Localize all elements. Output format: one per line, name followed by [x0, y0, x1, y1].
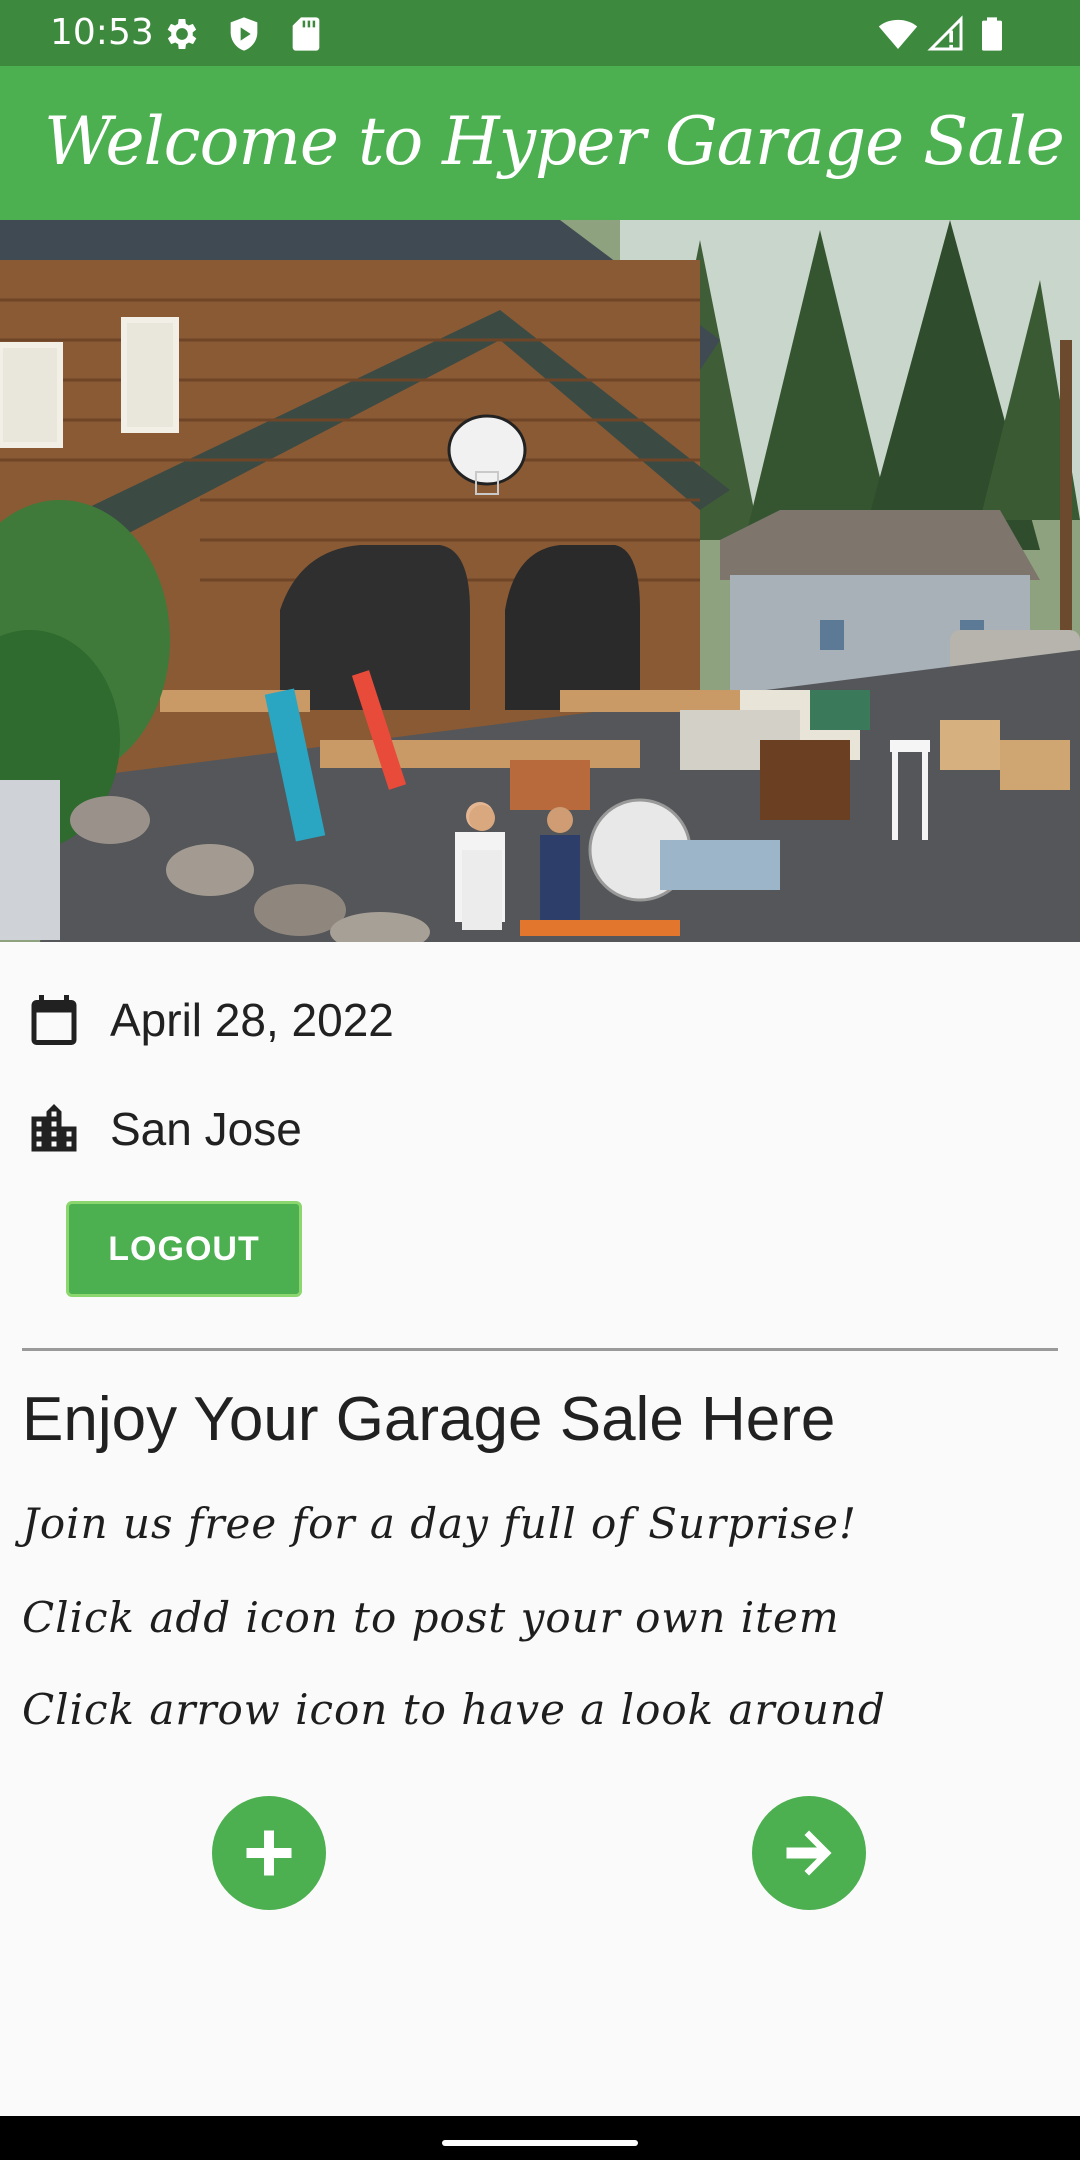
calendar-icon: [24, 990, 84, 1050]
add-item-button[interactable]: [212, 1796, 326, 1910]
sd-card-icon: [286, 14, 326, 54]
gear-icon: [162, 14, 202, 54]
browse-items-button[interactable]: [752, 1796, 866, 1910]
event-city: San Jose: [110, 1103, 302, 1155]
event-city-row: San Jose: [24, 1094, 924, 1164]
garage-sale-photo: [0, 220, 1080, 942]
shield-icon: [224, 14, 264, 54]
wifi-icon: [878, 14, 918, 54]
event-date-row: April 28, 2022: [24, 985, 924, 1055]
app-bar: Welcome to Hyper Garage Sale: [0, 66, 1080, 220]
logout-button[interactable]: LOGOUT: [66, 1201, 302, 1297]
intro-line-3: Click arrow icon to have a look around: [22, 1685, 886, 1734]
intro-line-2: Click add icon to post your own item: [22, 1593, 840, 1642]
status-time: 10:53: [50, 12, 154, 53]
intro-line-1: Join us free for a day full of Surprise!: [22, 1499, 857, 1548]
navigation-bar: [0, 2116, 1080, 2160]
event-date: April 28, 2022: [110, 994, 394, 1046]
plus-icon: [246, 1830, 292, 1876]
section-heading: Enjoy Your Garage Sale Here: [22, 1385, 836, 1454]
battery-icon: [972, 14, 1012, 54]
home-gesture-handle[interactable]: [442, 2140, 638, 2146]
arrow-right-icon: [786, 1830, 832, 1876]
app-title: Welcome to Hyper Garage Sale: [44, 103, 1065, 180]
signal-icon: [926, 14, 966, 54]
status-bar: 10:53: [0, 0, 1080, 66]
city-icon: [24, 1099, 84, 1159]
divider: [22, 1348, 1058, 1351]
